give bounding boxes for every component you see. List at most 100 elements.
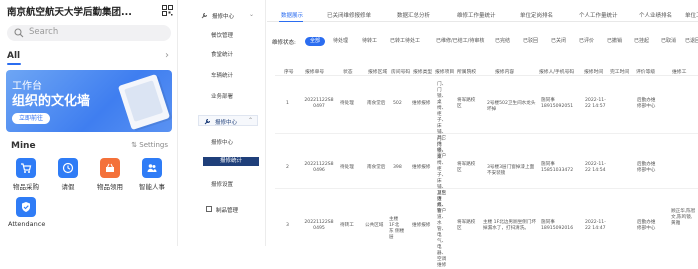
cell-no: 3 xyxy=(286,223,289,228)
repair-stats-panel: 数据展示 已关闭维修报修单 数据汇总分析 维修工作量统计 单位定岗排名 个人工作… xyxy=(267,0,698,268)
cell-room: 398 xyxy=(393,165,402,170)
cell-rating: 后勤办维修部中心 xyxy=(637,98,656,109)
banner-title: 组织的文化墙 xyxy=(12,94,91,109)
status-filter-transfer[interactable]: 待转工 xyxy=(362,37,377,46)
menu-item-repair-center[interactable]: 报修中心 xyxy=(178,138,266,146)
cell-school: 将军路校区 xyxy=(457,98,476,109)
wrench-icon xyxy=(204,119,210,125)
tab-unit-rank[interactable]: 单位定岗排名 xyxy=(520,11,553,19)
col-finish: 完工时间 xyxy=(610,70,630,75)
status-filter-all[interactable]: 全部 xyxy=(305,37,326,46)
status-filter-suspended[interactable]: 已挂起 xyxy=(634,37,649,46)
col-room: 房间号码 xyxy=(391,70,411,75)
cell-room: 502 xyxy=(393,101,402,106)
menu-item-repair-settings[interactable]: 报修设置 xyxy=(178,180,266,188)
side-menu: 报修中心 ⌄ 餐饮管理 食堂统计 车辆统计 业务部署 报修中心 ⌃ 报修中心 报… xyxy=(178,0,266,246)
status-filter-done[interactable]: 已完结 xyxy=(495,37,510,46)
app-hr[interactable]: 智能人事 xyxy=(134,158,170,191)
cell-type: 维修报修 xyxy=(412,223,431,228)
cell-content: 3号楼3层门窗掉漆上面不安装锁 xyxy=(487,165,535,176)
banner-go-button[interactable]: 立即前往 xyxy=(12,113,50,124)
box-icon xyxy=(206,206,212,212)
tab-closed-orders[interactable]: 已关闭维修报修单 xyxy=(327,11,371,19)
status-filter-returned[interactable]: 已退回 xyxy=(685,37,698,46)
cell-time: 2022-11-22 14:54 xyxy=(585,162,606,173)
col-reporter: 报修人/手机号码 xyxy=(539,70,575,75)
table-row[interactable]: 1 20221122S8 0497 待处理 南食堂后 502 维修报修 门、门锁… xyxy=(275,78,698,159)
wrench-icon xyxy=(201,13,207,19)
cell-worker: 顾正华,陈智文,陈鸣镜,黄雅 xyxy=(671,209,696,226)
tab-personal-rank[interactable]: 个人业绩排名 xyxy=(639,11,672,19)
app-attendance[interactable]: Attendance xyxy=(8,197,45,228)
tab-underline xyxy=(7,63,21,65)
search-icon xyxy=(14,28,24,38)
menu-item-vehicle-stats[interactable]: 车辆统计 xyxy=(178,71,266,79)
status-filter-rated[interactable]: 已评价 xyxy=(579,37,594,46)
menu-item-catering[interactable]: 餐饮管理 xyxy=(178,31,266,39)
app-leave[interactable]: 请假 xyxy=(50,158,86,191)
chevron-right-icon[interactable]: › xyxy=(165,50,169,61)
cell-status: 待处理 xyxy=(340,165,354,170)
mine-section: Mine ⇅ Settings 物品采购 请假 物品领用 智能人事 Attend… xyxy=(6,137,172,241)
culture-wall-banner[interactable]: 工作台 组织的文化墙 立即前往 xyxy=(6,70,172,132)
active-tab-underline xyxy=(279,21,303,22)
cell-reporter: 施同事 15851033472 xyxy=(541,162,574,173)
cell-rating: 后勤办维修部中心 xyxy=(637,162,656,173)
app-label: 请假 xyxy=(61,183,75,191)
cell-time: 2022-11-22 14:47 xyxy=(585,220,606,231)
cell-content: 2号楼502卫生间水龙头坏掉 xyxy=(487,101,536,112)
cell-code[interactable]: 20221122S8 0496 xyxy=(303,162,335,174)
status-filter-revoked[interactable]: 已撤销 xyxy=(607,37,622,46)
cell-no: 1 xyxy=(286,101,289,106)
workbench-panel: 南京航空航天大学后勤集团... Search All › 工作台 组织的文化墙 … xyxy=(0,0,178,246)
status-filter-transferred[interactable]: 已转工待处工 xyxy=(390,37,420,46)
clock-icon xyxy=(58,158,78,178)
table-header: 序号 报修单号 状态 报修区域 房间号码 报修类型 报修项目 所属院校 报修内容… xyxy=(275,66,698,76)
tab-workload[interactable]: 维修工作量统计 xyxy=(457,11,496,19)
menu-item-deployment[interactable]: 业务部署 xyxy=(178,92,266,100)
table-row[interactable]: 3 20221122S8 0495 待转工 公共区域 主楼 1F北 东 侧楼层 … xyxy=(275,189,698,268)
cell-reporter: 施同事 18915092051 xyxy=(541,98,574,109)
cell-time: 2022-11-22 14:57 xyxy=(585,98,606,109)
chevron-down-icon: ⌄ xyxy=(248,11,254,18)
people-icon xyxy=(142,158,162,178)
menu-group-repair-top[interactable]: 报修中心 ⌄ xyxy=(198,10,256,20)
basket-icon xyxy=(100,158,120,178)
col-school: 所属院校 xyxy=(457,70,477,75)
search-input[interactable]: Search xyxy=(7,25,171,41)
status-filter-closed[interactable]: 已关闭 xyxy=(551,37,566,46)
tab-unit-workload[interactable]: 单位工作量 xyxy=(685,11,698,19)
tab-personal-workload[interactable]: 个人工作量统计 xyxy=(579,11,618,19)
menu-item-canteen-stats[interactable]: 食堂统计 xyxy=(178,50,266,58)
app-supplies[interactable]: 物品领用 xyxy=(92,158,128,191)
cell-no: 2 xyxy=(286,165,289,170)
table-row[interactable]: 2 20221122S8 0496 待处理 南食堂后 398 维修报修 门、门锁… xyxy=(275,134,698,214)
menu-item-label: 制品管理 xyxy=(216,208,239,214)
tab-data-display[interactable]: 数据展示 xyxy=(281,11,303,19)
app-label: 物品采购 xyxy=(13,183,39,191)
qr-scan-icon[interactable] xyxy=(162,5,173,16)
settings-link[interactable]: ⇅ Settings xyxy=(131,141,168,149)
status-filter-pending[interactable]: 待处理 xyxy=(333,37,348,46)
status-filter-rejected[interactable]: 已驳回 xyxy=(523,37,538,46)
status-filter-repaired[interactable]: 已维修/已结工/待审核 xyxy=(436,37,484,46)
attendance-check-icon xyxy=(16,197,36,217)
menu-item-repair-stats[interactable]: 报修统计 xyxy=(203,157,259,166)
menu-group-repair-center[interactable]: 报修中心 ⌃ xyxy=(198,115,258,126)
status-filter-cancelled[interactable]: 已取消 xyxy=(661,37,676,46)
org-title[interactable]: 南京航空航天大学后勤集团... xyxy=(7,4,157,18)
col-status: 状态 xyxy=(343,70,353,75)
cell-code[interactable]: 20221122S8 0495 xyxy=(303,220,335,232)
app-purchase[interactable]: 物品采购 xyxy=(8,158,44,191)
col-item: 报修项目 xyxy=(435,70,455,75)
cell-code[interactable]: 20221122S8 0497 xyxy=(303,98,335,110)
cell-item: 卫生洁具、管道、水管、电气、电器、空调维修 xyxy=(437,191,447,268)
shopping-cart-icon xyxy=(16,158,36,178)
app-label: 物品领用 xyxy=(97,183,123,191)
tab-summary[interactable]: 数据汇总分析 xyxy=(397,11,430,19)
menu-item-products[interactable]: 制品管理 xyxy=(198,204,256,214)
settings-label: Settings xyxy=(139,141,168,149)
cell-school: 将军路校区 xyxy=(457,162,476,173)
menu-group-label: 报修中心 xyxy=(212,14,235,20)
section-all-label[interactable]: All xyxy=(7,51,20,61)
